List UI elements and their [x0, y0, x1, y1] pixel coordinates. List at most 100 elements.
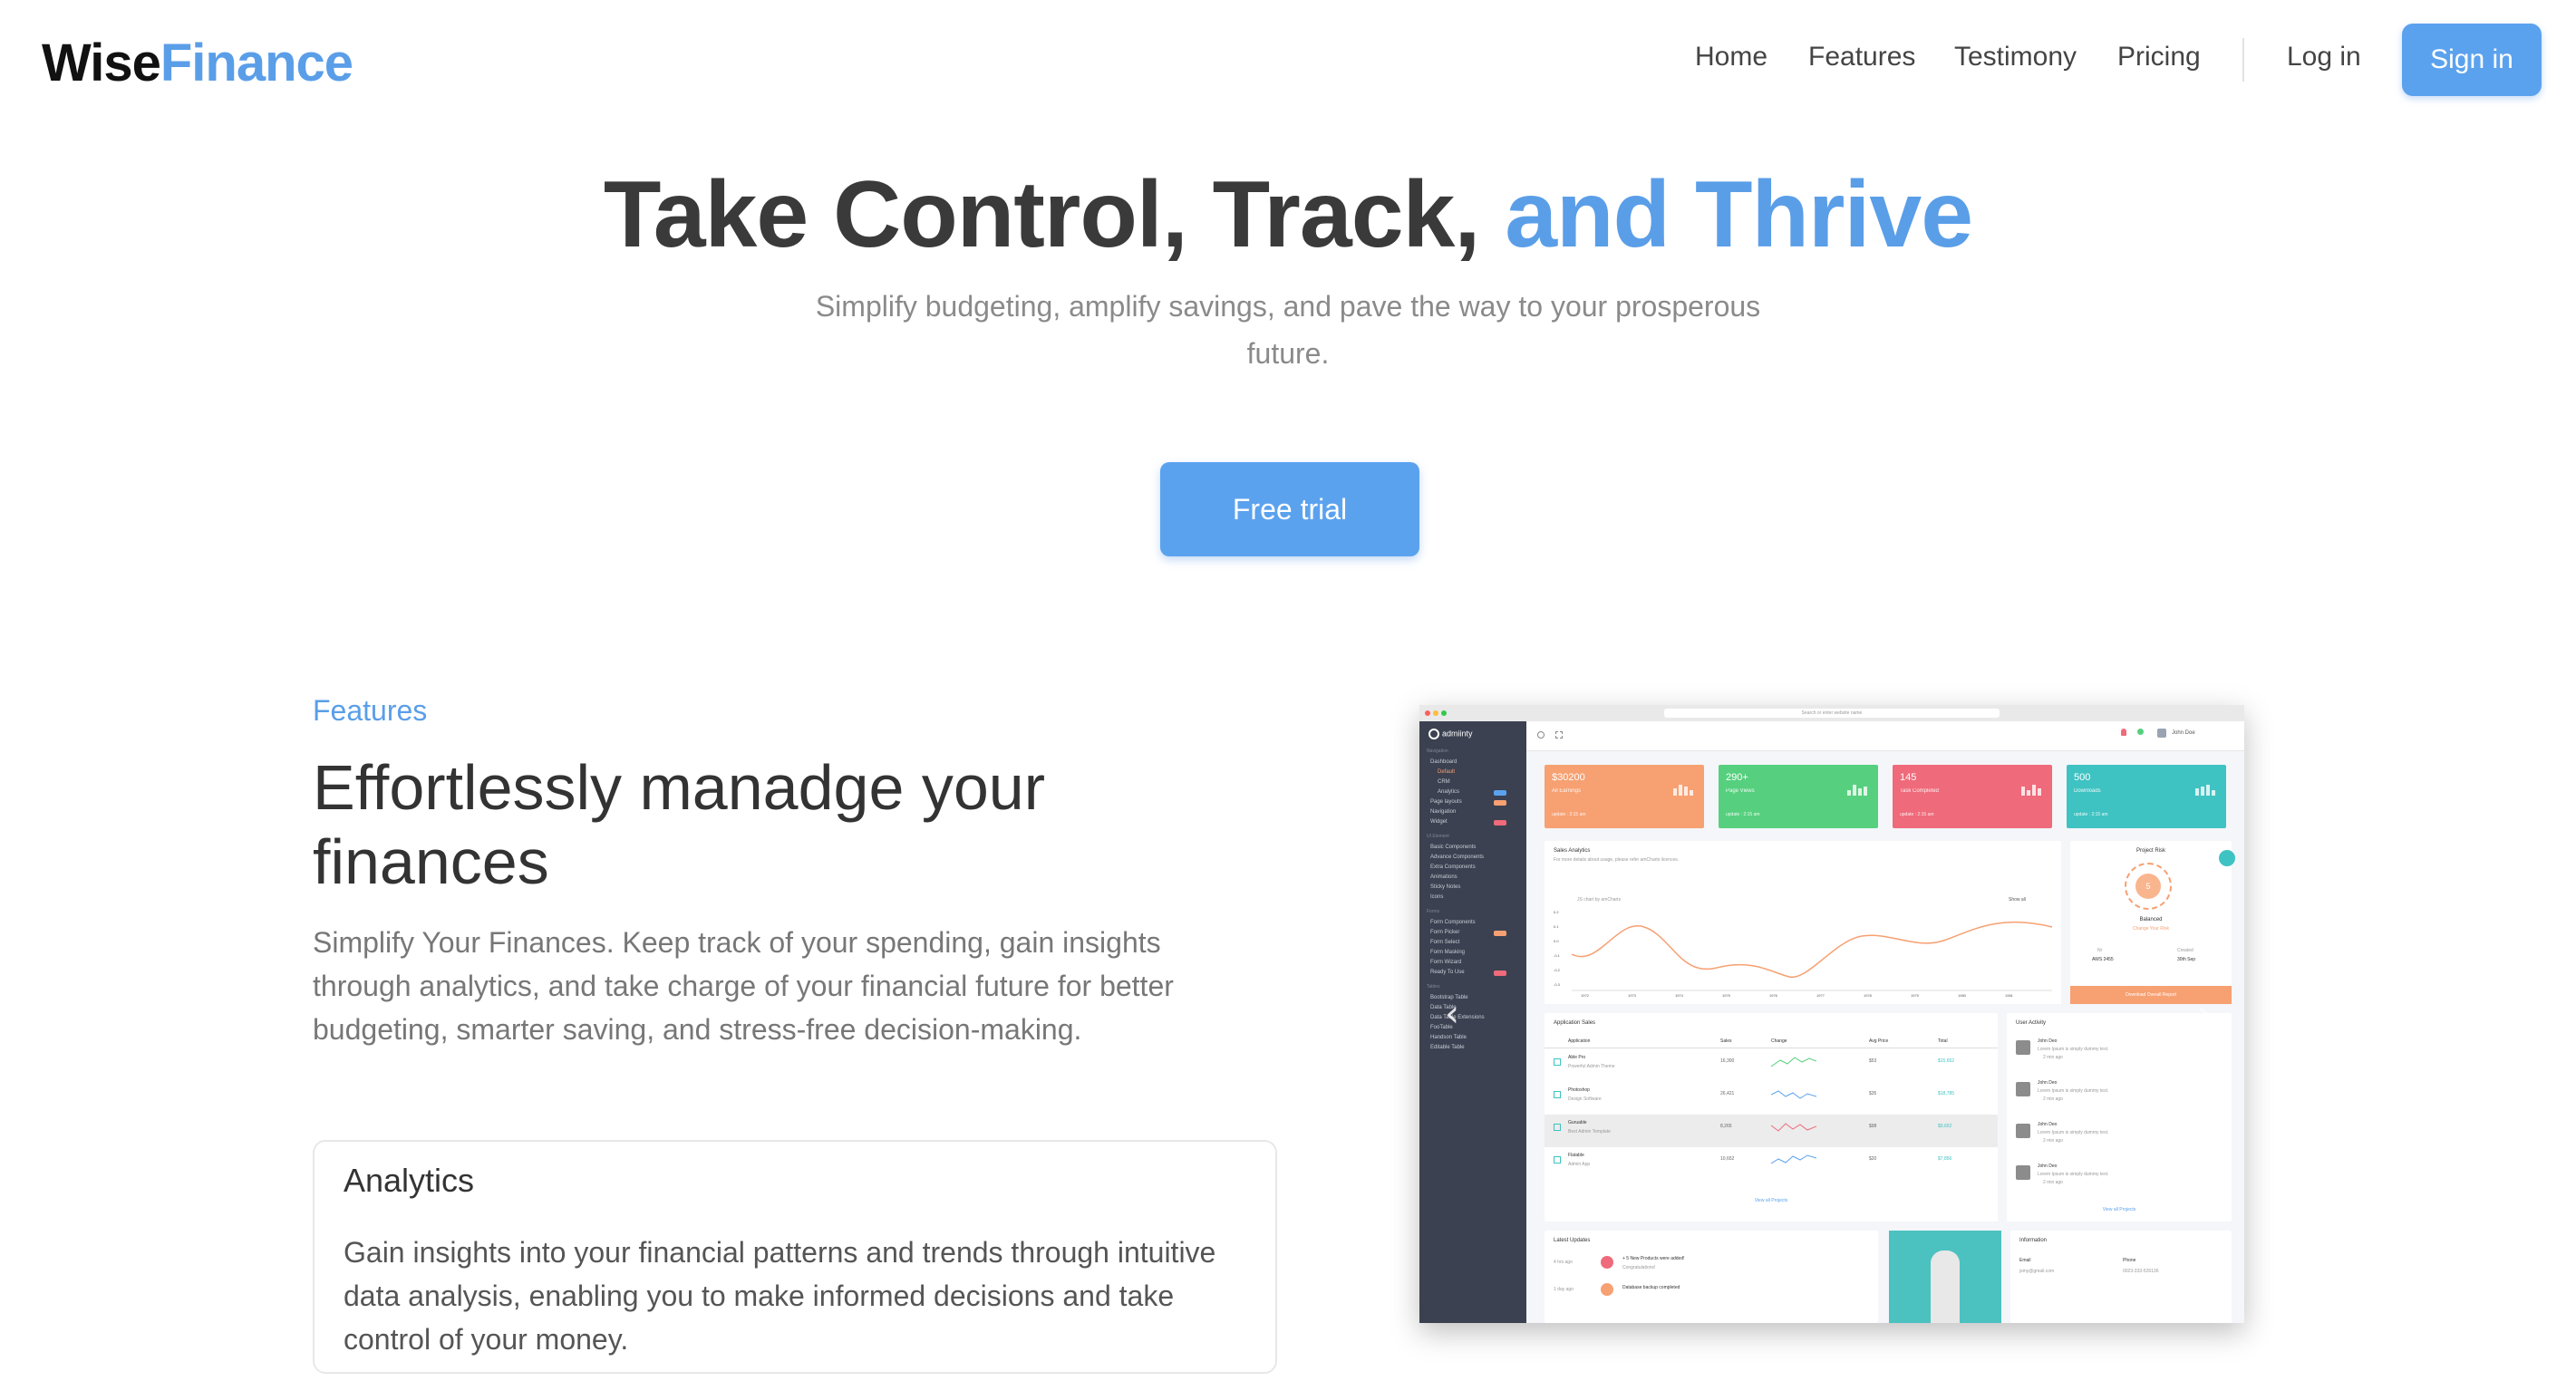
nav-home[interactable]: Home [1695, 42, 1767, 72]
nav-divider [2242, 38, 2244, 82]
activity-name: John Deo [2038, 1164, 2058, 1169]
checkbox-icon [1554, 1124, 1561, 1131]
col-application: Application [1568, 1038, 1591, 1044]
signin-button[interactable]: Sign in [2402, 24, 2542, 96]
nav-pricing[interactable]: Pricing [2117, 42, 2201, 72]
user-name: John Doe [2172, 730, 2195, 736]
app-price: $98 [1869, 1124, 1877, 1129]
table-row: Photoshop Design Software 26,421 $35 $18… [1545, 1082, 1998, 1115]
sidebar-item: Navigation [1430, 809, 1457, 815]
app-name: Able Pro [1568, 1055, 1586, 1060]
nav-testimony[interactable]: Testimony [1954, 42, 2077, 72]
browser-chrome: Search or enter website name [1419, 705, 2244, 722]
activity-item: John Deo Lorem Ipsum is simply dummy tex… [2016, 1164, 2224, 1200]
app-sales: 10,652 [1720, 1156, 1735, 1162]
sidebar-item: Default [1438, 769, 1456, 775]
stat-update: update : 2:15 am [1726, 812, 1760, 817]
avatar [2016, 1165, 2030, 1180]
hero-title: Take Control, Track, and Thrive [0, 161, 2576, 269]
sidebar-item: Ready To Use [1430, 970, 1465, 975]
activity-text: Lorem Ipsum is simply dummy text. [2038, 1047, 2109, 1052]
stat-label: Page Views [1726, 788, 1755, 794]
app-total: $7,856 [1938, 1156, 1952, 1162]
activity-item: John Deo Lorem Ipsum is simply dummy tex… [2016, 1122, 2224, 1158]
project-risk-panel: Project Risk 5 Balanced Change Your Risk… [2070, 841, 2232, 1004]
brand-logo-icon [1428, 729, 1439, 739]
x-tick-label: 1977 [1816, 993, 1825, 998]
features-label: Features [313, 694, 428, 727]
bell-icon [2121, 729, 2126, 736]
app-sales: 16,300 [1720, 1058, 1735, 1064]
avatar [2016, 1040, 2030, 1055]
activity-text: Lorem Ipsum is simply dummy text. [2038, 1130, 2109, 1135]
app-desc: Design Software [1568, 1096, 1602, 1102]
stat-card: 145 Task Completed update : 2:15 am [1893, 765, 2052, 828]
col-sales: Sales [1720, 1038, 1732, 1044]
activity-time: 2 min ago [2043, 1055, 2063, 1060]
update-time: 1 day ago [1554, 1287, 1574, 1292]
update-sub: Congratulations! [1622, 1265, 1656, 1270]
stat-value: 290+ [1726, 772, 1748, 783]
x-tick-label: 1976 [1769, 993, 1777, 998]
sidebar-item: Icons [1430, 894, 1444, 900]
nav-features[interactable]: Features [1808, 42, 1915, 72]
phone-value: 0023-333-526136 [2123, 1269, 2159, 1274]
sidebar-item: Analytics [1438, 789, 1460, 795]
user-activity-title: User Activity [2016, 1020, 2047, 1026]
sidebar-item: Basic Components [1430, 845, 1477, 850]
table-header: Application Sales Change Avg Price Total [1545, 1035, 1998, 1048]
y-tick-label: -0.3 [1554, 982, 1560, 987]
analytics-card-description: Gain insights into your financial patter… [344, 1236, 1216, 1356]
sidebar-badge [1494, 971, 1506, 976]
stat-bars-icon [1845, 785, 1867, 796]
sidebar-item: Dashboard [1430, 759, 1457, 765]
sidebar-item: CRM [1438, 779, 1450, 785]
stat-label: All Earnings [1552, 788, 1582, 794]
features-description: Simplify Your Finances. Keep track of yo… [313, 926, 1174, 1046]
sidebar-badge [1494, 800, 1506, 806]
sidebar-item: Handson Table [1430, 1035, 1467, 1040]
settings-fab-icon [2219, 850, 2235, 866]
stat-value: $30200 [1552, 772, 1585, 783]
app-name: Photoshop [1568, 1087, 1590, 1093]
update-title: Database backup completed [1622, 1285, 1680, 1290]
logo[interactable]: WiseFinance [42, 33, 353, 93]
stat-update: update : 2:15 am [1900, 812, 1934, 817]
app-total: $15,652 [1938, 1058, 1955, 1064]
free-trial-button[interactable]: Free trial [1160, 462, 1419, 556]
sparkline [1771, 1057, 1816, 1067]
sidebar-heading-ui: UI Element [1427, 834, 1449, 839]
user-activity-panel: User Activity John Deo Lorem Ipsum is si… [2007, 1013, 2232, 1222]
sidebar-item: Widget [1430, 819, 1448, 825]
login-link[interactable]: Log in [2287, 42, 2361, 72]
information-panel: Information Email jsmy@gmail.com Phone 0… [2010, 1231, 2232, 1323]
view-all-activity-link: View all Projects [2102, 1207, 2136, 1212]
stat-bars-icon [1671, 785, 1693, 796]
minimize-dot-icon [1433, 710, 1438, 716]
y-tick-label: -0.1 [1554, 953, 1560, 958]
x-tick-label: 1972 [1581, 993, 1589, 998]
view-all-projects-link: View all Projects [1754, 1198, 1788, 1203]
hero-subtitle: Simplify budgeting, amplify savings, and… [815, 290, 1761, 370]
sidebar-badge [1494, 931, 1506, 936]
x-tick-label: 1979 [1911, 993, 1919, 998]
sparkline [1771, 1154, 1816, 1164]
phone-label: Phone [2123, 1258, 2136, 1263]
app-name: Guruable [1568, 1120, 1587, 1125]
checkbox-icon [1554, 1156, 1561, 1164]
dashboard-brand-name: admiinty [1442, 729, 1473, 739]
created-label: Created [2177, 948, 2193, 953]
analytics-card[interactable]: Analytics Gain insights into your financ… [313, 1140, 1277, 1374]
stat-bars-icon [2019, 785, 2041, 796]
sidebar-item: Form Wizard [1430, 960, 1462, 965]
logo-part-2: Finance [160, 34, 353, 92]
sidebar-item: Form Picker [1430, 930, 1460, 935]
nr-value: AWS 2455 [2092, 957, 2114, 962]
sidebar-item: Form Masking [1430, 950, 1466, 955]
sales-analytics-panel: Sales Analytics For more details about u… [1545, 841, 2061, 1004]
carousel-dot [1827, 1309, 1836, 1318]
app-name: Flatable [1568, 1153, 1584, 1158]
y-tick-label: 0.0 [1554, 939, 1559, 943]
sidebar-heading-nav: Navigation [1427, 748, 1448, 754]
sidebar-item: Animations [1430, 874, 1457, 880]
